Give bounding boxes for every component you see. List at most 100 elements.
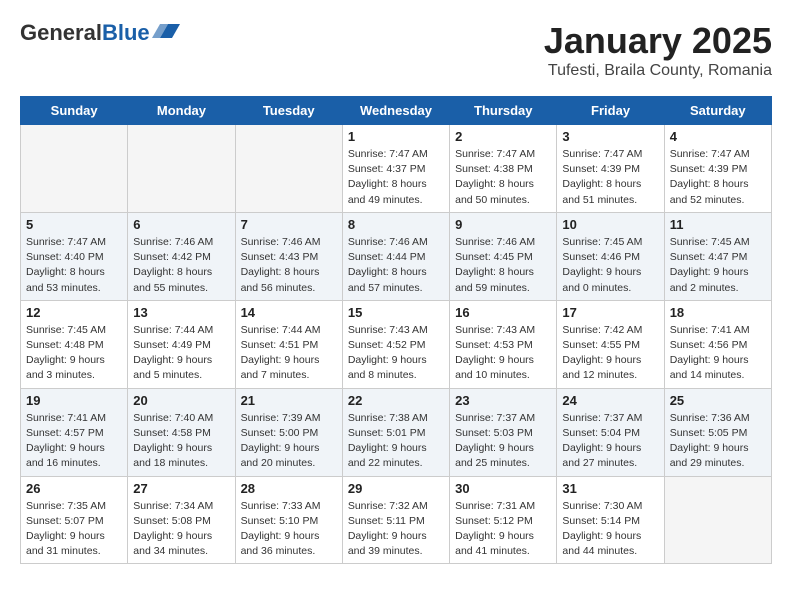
page-header: GeneralBlue January 2025 Tufesti, Braila… (20, 20, 772, 80)
calendar-cell: 1 Sunrise: 7:47 AM Sunset: 4:37 PM Daylig… (342, 125, 449, 213)
calendar-cell: 4 Sunrise: 7:47 AM Sunset: 4:39 PM Daylig… (664, 125, 771, 213)
day-number: 13 (133, 305, 229, 320)
day-number: 22 (348, 393, 444, 408)
calendar-cell: 23Sunrise: 7:37 AM Sunset: 5:03 PM Dayli… (450, 388, 557, 476)
calendar-cell (235, 125, 342, 213)
calendar-cell: 14 Sunrise: 7:44 AM Sunset: 4:51 PM Dayli… (235, 300, 342, 388)
day-number: 3 (562, 129, 658, 144)
day-info: Sunrise: 7:44 AM Sunset: 4:51 PM Dayligh… (241, 323, 337, 384)
day-number: 21 (241, 393, 337, 408)
calendar-cell: 22 Sunrise: 7:38 AM Sunset: 5:01 PM Dayli… (342, 388, 449, 476)
day-info: Sunrise: 7:47 AM Sunset: 4:40 PM Dayligh… (26, 235, 122, 296)
day-number: 16 (455, 305, 551, 320)
calendar-cell (21, 125, 128, 213)
day-number: 23 (455, 393, 551, 408)
day-number: 24 (562, 393, 658, 408)
day-number: 17 (562, 305, 658, 320)
calendar-cell: 27Sunrise: 7:34 AM Sunset: 5:08 PM Dayli… (128, 476, 235, 564)
day-number: 18 (670, 305, 766, 320)
weekday-header-saturday: Saturday (664, 97, 771, 125)
day-number: 30 (455, 481, 551, 496)
weekday-header-row: SundayMondayTuesdayWednesdayThursdayFrid… (21, 97, 772, 125)
calendar-cell: 13 Sunrise: 7:44 AM Sunset: 4:49 PM Dayli… (128, 300, 235, 388)
logo: GeneralBlue (20, 20, 180, 46)
calendar-cell: 25 Sunrise: 7:36 AM Sunset: 5:05 PM Dayli… (664, 388, 771, 476)
day-info: Sunrise: 7:43 AM Sunset: 4:53 PM Dayligh… (455, 323, 551, 384)
day-info: Sunrise: 7:41 AM Sunset: 4:57 PM Dayligh… (26, 411, 122, 472)
calendar-cell: 31 Sunrise: 7:30 AM Sunset: 5:14 PM Dayli… (557, 476, 664, 564)
day-info: Sunrise: 7:37 AM Sunset: 5:04 PM Dayligh… (562, 411, 658, 472)
day-number: 9 (455, 217, 551, 232)
weekday-header-sunday: Sunday (21, 97, 128, 125)
day-number: 5 (26, 217, 122, 232)
day-info: Sunrise: 7:42 AM Sunset: 4:55 PM Dayligh… (562, 323, 658, 384)
calendar-cell: 21 Sunrise: 7:39 AM Sunset: 5:00 PM Dayli… (235, 388, 342, 476)
day-info: Sunrise: 7:46 AM Sunset: 4:42 PM Dayligh… (133, 235, 229, 296)
day-number: 11 (670, 217, 766, 232)
calendar-cell: 8Sunrise: 7:46 AM Sunset: 4:44 PM Daylig… (342, 212, 449, 300)
day-info: Sunrise: 7:41 AM Sunset: 4:56 PM Dayligh… (670, 323, 766, 384)
day-info: Sunrise: 7:47 AM Sunset: 4:38 PM Dayligh… (455, 147, 551, 208)
day-number: 6 (133, 217, 229, 232)
calendar-title: January 2025 (544, 20, 772, 62)
logo-icon (152, 20, 180, 42)
day-info: Sunrise: 7:33 AM Sunset: 5:10 PM Dayligh… (241, 499, 337, 560)
week-row-5: 26 Sunrise: 7:35 AM Sunset: 5:07 PM Dayli… (21, 476, 772, 564)
week-row-1: 1 Sunrise: 7:47 AM Sunset: 4:37 PM Daylig… (21, 125, 772, 213)
calendar-cell (128, 125, 235, 213)
weekday-header-monday: Monday (128, 97, 235, 125)
day-info: Sunrise: 7:47 AM Sunset: 4:39 PM Dayligh… (670, 147, 766, 208)
day-number: 15 (348, 305, 444, 320)
day-number: 31 (562, 481, 658, 496)
weekday-header-tuesday: Tuesday (235, 97, 342, 125)
calendar-cell: 5 Sunrise: 7:47 AM Sunset: 4:40 PM Daylig… (21, 212, 128, 300)
day-number: 7 (241, 217, 337, 232)
calendar-cell: 26 Sunrise: 7:35 AM Sunset: 5:07 PM Dayli… (21, 476, 128, 564)
calendar-cell: 12 Sunrise: 7:45 AM Sunset: 4:48 PM Dayli… (21, 300, 128, 388)
day-number: 14 (241, 305, 337, 320)
day-info: Sunrise: 7:44 AM Sunset: 4:49 PM Dayligh… (133, 323, 229, 384)
day-info: Sunrise: 7:38 AM Sunset: 5:01 PM Dayligh… (348, 411, 444, 472)
calendar-cell: 29Sunrise: 7:32 AM Sunset: 5:11 PM Dayli… (342, 476, 449, 564)
calendar-table: SundayMondayTuesdayWednesdayThursdayFrid… (20, 96, 772, 564)
day-info: Sunrise: 7:31 AM Sunset: 5:12 PM Dayligh… (455, 499, 551, 560)
day-info: Sunrise: 7:47 AM Sunset: 4:39 PM Dayligh… (562, 147, 658, 208)
day-info: Sunrise: 7:43 AM Sunset: 4:52 PM Dayligh… (348, 323, 444, 384)
calendar-cell: 15 Sunrise: 7:43 AM Sunset: 4:52 PM Dayli… (342, 300, 449, 388)
calendar-cell: 16 Sunrise: 7:43 AM Sunset: 4:53 PM Dayli… (450, 300, 557, 388)
day-info: Sunrise: 7:45 AM Sunset: 4:48 PM Dayligh… (26, 323, 122, 384)
calendar-cell: 19 Sunrise: 7:41 AM Sunset: 4:57 PM Dayli… (21, 388, 128, 476)
day-info: Sunrise: 7:45 AM Sunset: 4:47 PM Dayligh… (670, 235, 766, 296)
day-number: 20 (133, 393, 229, 408)
day-number: 4 (670, 129, 766, 144)
calendar-cell (664, 476, 771, 564)
day-info: Sunrise: 7:30 AM Sunset: 5:14 PM Dayligh… (562, 499, 658, 560)
day-info: Sunrise: 7:46 AM Sunset: 4:44 PM Dayligh… (348, 235, 444, 296)
day-number: 26 (26, 481, 122, 496)
day-info: Sunrise: 7:32 AM Sunset: 5:11 PM Dayligh… (348, 499, 444, 560)
calendar-cell: 10Sunrise: 7:45 AM Sunset: 4:46 PM Dayli… (557, 212, 664, 300)
calendar-cell: 18 Sunrise: 7:41 AM Sunset: 4:56 PM Dayli… (664, 300, 771, 388)
weekday-header-thursday: Thursday (450, 97, 557, 125)
day-number: 1 (348, 129, 444, 144)
calendar-cell: 28 Sunrise: 7:33 AM Sunset: 5:10 PM Dayli… (235, 476, 342, 564)
day-info: Sunrise: 7:47 AM Sunset: 4:37 PM Dayligh… (348, 147, 444, 208)
calendar-cell: 9Sunrise: 7:46 AM Sunset: 4:45 PM Daylig… (450, 212, 557, 300)
weekday-header-wednesday: Wednesday (342, 97, 449, 125)
day-info: Sunrise: 7:40 AM Sunset: 4:58 PM Dayligh… (133, 411, 229, 472)
day-info: Sunrise: 7:36 AM Sunset: 5:05 PM Dayligh… (670, 411, 766, 472)
weekday-header-friday: Friday (557, 97, 664, 125)
calendar-cell: 6 Sunrise: 7:46 AM Sunset: 4:42 PM Daylig… (128, 212, 235, 300)
day-number: 28 (241, 481, 337, 496)
day-info: Sunrise: 7:35 AM Sunset: 5:07 PM Dayligh… (26, 499, 122, 560)
day-info: Sunrise: 7:45 AM Sunset: 4:46 PM Dayligh… (562, 235, 658, 296)
day-number: 25 (670, 393, 766, 408)
calendar-cell: 2Sunrise: 7:47 AM Sunset: 4:38 PM Daylig… (450, 125, 557, 213)
day-number: 12 (26, 305, 122, 320)
week-row-4: 19 Sunrise: 7:41 AM Sunset: 4:57 PM Dayli… (21, 388, 772, 476)
week-row-3: 12 Sunrise: 7:45 AM Sunset: 4:48 PM Dayli… (21, 300, 772, 388)
day-number: 19 (26, 393, 122, 408)
day-info: Sunrise: 7:39 AM Sunset: 5:00 PM Dayligh… (241, 411, 337, 472)
title-section: January 2025 Tufesti, Braila County, Rom… (544, 20, 772, 80)
calendar-cell: 17 Sunrise: 7:42 AM Sunset: 4:55 PM Dayli… (557, 300, 664, 388)
